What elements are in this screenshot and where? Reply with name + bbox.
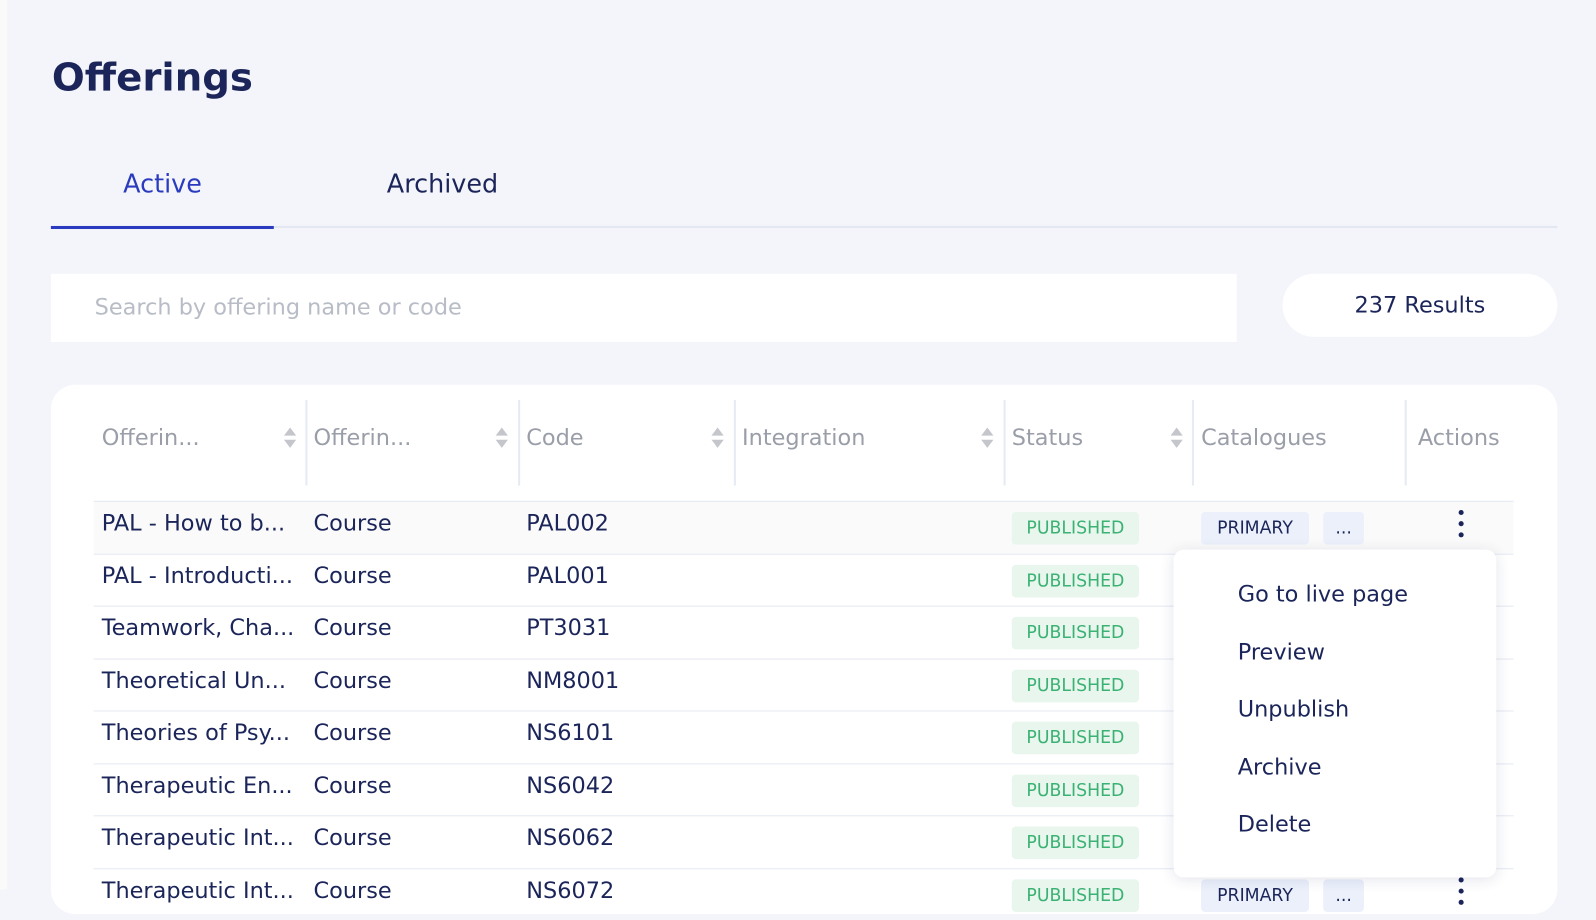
offerings-page: Offerings Active Archived 237 Results Of… (0, 0, 1596, 915)
offering-code: NS6101 (526, 720, 615, 747)
offering-name[interactable]: Theoretical Un... (102, 668, 286, 693)
column-header[interactable]: Code (526, 425, 583, 450)
offering-code: PAL002 (526, 510, 609, 537)
kebab-menu-icon[interactable] (1457, 876, 1465, 908)
column-divider[interactable] (1404, 400, 1407, 486)
offering-type: Course (313, 615, 392, 642)
sort-icon[interactable] (711, 427, 724, 450)
actions-menu: Go to live page Preview Unpublish Archiv… (1173, 549, 1497, 878)
offering-name[interactable]: PAL - How to b... (102, 511, 285, 536)
sort-icon[interactable] (1170, 427, 1183, 450)
menu-item-delete[interactable]: Delete (1238, 812, 1312, 837)
offering-name[interactable]: PAL - Introducti... (102, 563, 293, 588)
status-badge: PUBLISHED (1011, 774, 1139, 807)
catalogue-badge: PRIMARY (1201, 878, 1309, 912)
table-row[interactable]: PAL - How to b... Course PAL002 PUBLISHE… (93, 500, 1514, 554)
status-badge: PUBLISHED (1011, 564, 1139, 597)
offering-code: NS6072 (526, 877, 615, 904)
offering-code: PAL001 (526, 563, 609, 589)
catalogue-badge: PRIMARY (1201, 511, 1309, 545)
column-divider[interactable] (305, 400, 308, 486)
column-divider[interactable] (733, 400, 736, 486)
status-badge: PUBLISHED (1011, 826, 1139, 860)
column-header[interactable]: Actions (1418, 425, 1500, 450)
tab-archived[interactable]: Archived (387, 169, 498, 199)
offering-code: NS6042 (526, 773, 615, 799)
search-input[interactable] (50, 273, 1237, 343)
offering-type: Course (313, 825, 392, 851)
sort-icon[interactable] (495, 427, 508, 450)
status-badge: PUBLISHED (1011, 721, 1139, 755)
active-tab-indicator (50, 225, 274, 230)
offering-type: Course (313, 563, 392, 589)
menu-item-preview[interactable]: Preview (1238, 640, 1325, 665)
results-count: 237 Results (1282, 273, 1558, 337)
column-header[interactable]: Catalogues (1201, 425, 1327, 450)
offering-type: Course (313, 773, 392, 799)
offering-type: Course (313, 877, 392, 904)
offering-name[interactable]: Therapeutic En... (102, 773, 293, 798)
status-badge: PUBLISHED (1011, 616, 1139, 650)
menu-item-unpublish[interactable]: Unpublish (1238, 697, 1350, 722)
column-divider[interactable] (1191, 400, 1194, 486)
kebab-menu-icon[interactable] (1457, 509, 1465, 541)
tab-active[interactable]: Active (123, 169, 202, 199)
sort-icon[interactable] (981, 427, 994, 450)
column-header[interactable]: Offerin... (314, 425, 412, 450)
offering-name[interactable]: Therapeutic Int... (102, 825, 294, 850)
offering-code: NM8001 (526, 668, 620, 694)
sort-icon[interactable] (283, 427, 297, 450)
menu-item-go-to-live-page[interactable]: Go to live page (1238, 582, 1408, 607)
offering-type: Course (313, 510, 392, 537)
offering-name[interactable]: Therapeutic Int... (102, 878, 294, 903)
left-edge (0, 0, 8, 890)
more-catalogues-button[interactable]: ... (1323, 878, 1364, 912)
offering-name[interactable]: Theories of Psy... (102, 721, 290, 746)
column-header[interactable]: Status (1012, 425, 1083, 450)
offering-name[interactable]: Teamwork, Cha... (102, 616, 295, 641)
column-header[interactable]: Offerin... (102, 425, 200, 450)
offering-type: Course (313, 668, 392, 694)
offering-code: PT3031 (526, 615, 611, 642)
tabs-divider (50, 225, 1558, 229)
offering-type: Course (313, 720, 392, 747)
status-badge: PUBLISHED (1011, 669, 1139, 702)
status-badge: PUBLISHED (1011, 511, 1139, 545)
status-badge: PUBLISHED (1011, 878, 1139, 912)
column-divider[interactable] (518, 400, 521, 486)
column-divider[interactable] (1003, 400, 1006, 486)
offering-code: NS6062 (526, 825, 615, 851)
menu-item-archive[interactable]: Archive (1238, 755, 1322, 780)
page-title: Offerings (51, 54, 253, 100)
column-header[interactable]: Integration (742, 425, 865, 450)
more-catalogues-button[interactable]: ... (1323, 511, 1364, 545)
